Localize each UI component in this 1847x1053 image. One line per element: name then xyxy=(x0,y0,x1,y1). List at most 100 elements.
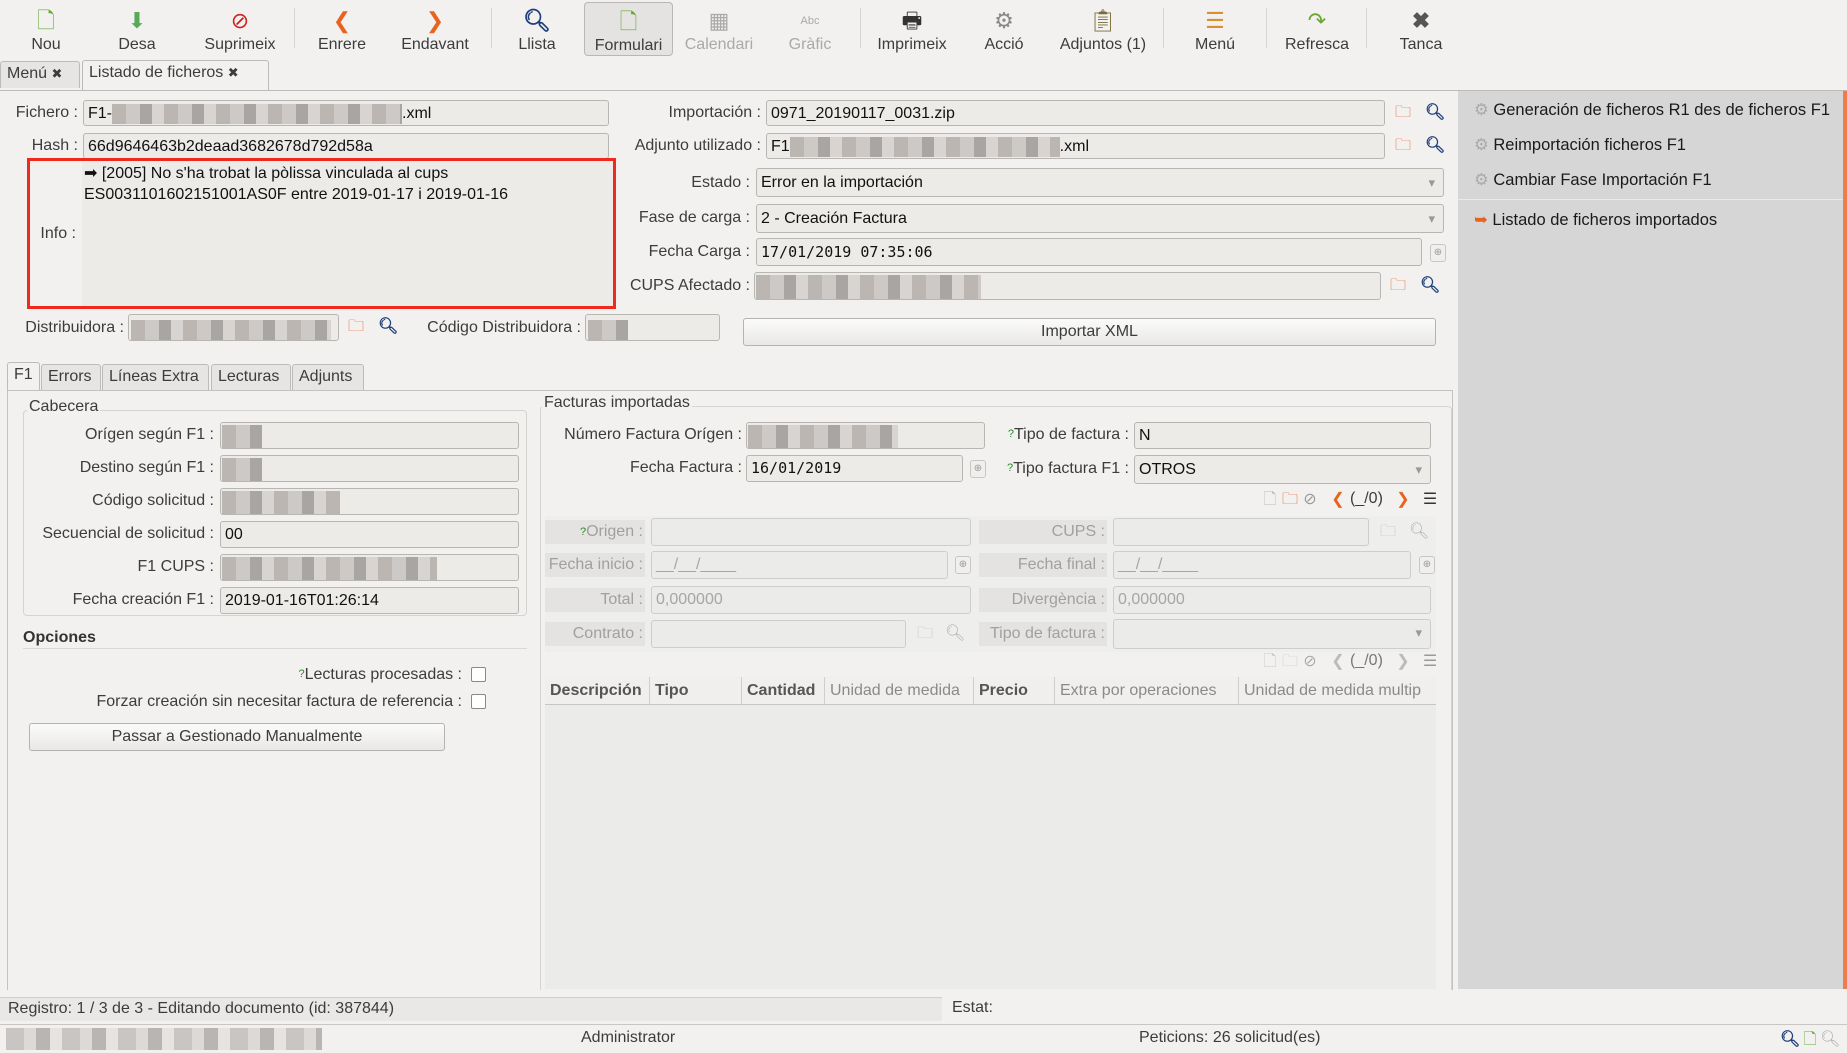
tab-errors[interactable]: Errors xyxy=(41,364,101,390)
column-header[interactable]: Tipo xyxy=(650,677,742,704)
previous-button[interactable]: ❮ Enrere xyxy=(308,0,376,56)
next-button[interactable]: ❯ Endavant xyxy=(394,0,476,56)
cups-afectado-field[interactable] xyxy=(754,272,1381,300)
tab-adjunts[interactable]: Adjunts xyxy=(292,364,364,390)
action-item[interactable]: ⚙ Generación de ficheros R1 des de fiche… xyxy=(1474,100,1830,120)
next-record-icon[interactable]: ❯ xyxy=(1393,652,1413,672)
fecha-factura-field[interactable]: 16/01/2019 xyxy=(746,455,963,482)
search-icon[interactable]: 🔍︎ xyxy=(1409,522,1429,542)
open-folder-icon[interactable]: 🗀 xyxy=(1388,276,1408,296)
lecturas-procesadas-checkbox[interactable] xyxy=(471,667,486,682)
list-button[interactable]: 🔍︎ Llista xyxy=(505,0,569,56)
secuencial-field[interactable]: 00 xyxy=(220,521,519,548)
fase-select[interactable]: 2 - Creación Factura xyxy=(756,204,1444,233)
calendar-picker-button[interactable]: ⊕ xyxy=(955,556,971,574)
close-button[interactable]: ✖ Tanca xyxy=(1391,0,1451,56)
search-icon[interactable]: 🔍︎ xyxy=(1420,276,1440,296)
origen-field[interactable] xyxy=(651,518,971,546)
open-folder-icon[interactable]: 🗀 xyxy=(1378,522,1398,542)
contrato-field[interactable] xyxy=(651,620,906,648)
tipo-factura-f1-select[interactable]: OTROS xyxy=(1134,455,1431,484)
fecha-final-field[interactable]: __/__/____ xyxy=(1113,551,1411,579)
graph-button[interactable]: Abc Gràfic xyxy=(780,0,840,56)
column-header[interactable]: Unidad de medida multip xyxy=(1239,677,1436,704)
menu-button[interactable]: ☰ Menú xyxy=(1185,0,1245,56)
next-record-icon[interactable]: ❯ xyxy=(1393,490,1413,510)
numero-factura-field[interactable] xyxy=(746,422,985,449)
tab-listado-de-ficheros[interactable]: Listado de ficheros ✖ xyxy=(82,60,269,91)
tab-lecturas[interactable]: Lecturas xyxy=(211,364,291,390)
close-tab-icon[interactable]: ✖ xyxy=(228,65,239,80)
attachments-button[interactable]: 📋︎ Adjuntos (1) xyxy=(1050,0,1156,56)
refresh-button[interactable]: ↷ Refresca xyxy=(1277,0,1357,56)
open-folder-icon[interactable]: 🗀 xyxy=(1393,136,1413,156)
calendar-picker-button[interactable]: ⊕ xyxy=(970,460,986,478)
zoom-icon[interactable]: 🔍︎ xyxy=(1820,1030,1840,1050)
new-record-icon[interactable]: 🗋 xyxy=(1260,652,1280,672)
estado-select[interactable]: Error en la importación xyxy=(756,168,1444,197)
tab-lineas-extra[interactable]: Líneas Extra xyxy=(102,364,209,390)
column-header[interactable]: Precio xyxy=(974,677,1055,704)
open-folder-icon[interactable]: 🗀 xyxy=(1393,103,1413,123)
f1-cups-field[interactable] xyxy=(220,554,519,581)
search-icon[interactable]: 🔍︎ xyxy=(378,317,398,337)
delete-button[interactable]: ⊘ Suprimeix xyxy=(199,0,281,56)
fecha-inicio-field[interactable]: __/__/____ xyxy=(651,551,948,579)
open-folder-icon[interactable]: 🗀 xyxy=(1280,652,1300,672)
new-record-icon[interactable]: 🗋 xyxy=(1260,490,1280,510)
print-button[interactable]: 🖶 Imprimeix xyxy=(870,0,954,56)
divergencia-field[interactable]: 0,000000 xyxy=(1113,586,1431,614)
origen-field[interactable] xyxy=(220,422,519,449)
search-icon[interactable]: 🔍︎ xyxy=(1425,103,1445,123)
list-menu-icon[interactable]: ☰ xyxy=(1420,490,1440,510)
importar-xml-button[interactable]: Importar XML xyxy=(743,318,1436,346)
fecha-creacion-field[interactable]: 2019-01-16T01:26:14 xyxy=(220,587,519,614)
open-folder-icon[interactable]: 🗀 xyxy=(915,624,935,644)
column-header[interactable]: Extra por operaciones xyxy=(1055,677,1239,704)
open-folder-icon[interactable]: 🗀 xyxy=(346,317,366,337)
close-tab-icon[interactable]: ✖ xyxy=(51,66,62,81)
column-header[interactable]: Descripción xyxy=(545,677,650,704)
codigo-solicitud-field[interactable] xyxy=(220,488,519,515)
previous-record-icon[interactable]: ❮ xyxy=(1328,652,1348,672)
importacion-field[interactable]: 0971_20190117_0031.zip xyxy=(766,100,1385,126)
search-icon[interactable]: 🔍︎ xyxy=(1780,1030,1800,1050)
destino-field[interactable] xyxy=(220,455,519,482)
new-button[interactable]: 🗋 Nou xyxy=(16,0,76,56)
fichero-field[interactable]: F1- .xml xyxy=(83,100,609,126)
action-item[interactable]: ⚙ Reimportación ficheros F1 xyxy=(1474,135,1686,155)
cups-field[interactable] xyxy=(1113,518,1369,546)
list-menu-icon[interactable]: ☰ xyxy=(1420,652,1440,672)
search-icon[interactable]: 🔍︎ xyxy=(1425,136,1445,156)
distribuidora-field[interactable] xyxy=(128,314,339,341)
info-textarea[interactable]: ➡ [2005] No s'ha trobat la pòlissa vincu… xyxy=(82,161,613,306)
column-header[interactable]: Cantidad xyxy=(742,677,825,704)
column-header[interactable]: Unidad de medida xyxy=(825,677,974,704)
attachment-icon: 📋︎ xyxy=(1089,8,1117,33)
new-document-icon[interactable]: 🗋 xyxy=(1800,1030,1820,1050)
open-folder-icon[interactable]: 🗀 xyxy=(1280,490,1300,510)
action-button[interactable]: ⚙ Acció xyxy=(976,0,1032,56)
delete-icon[interactable]: ⊘ xyxy=(1300,490,1320,510)
tipo-factura-field[interactable]: N xyxy=(1134,422,1431,449)
codigo-distribuidora-field[interactable] xyxy=(585,314,720,341)
delete-icon[interactable]: ⊘ xyxy=(1300,652,1320,672)
save-button[interactable]: ⬇ Desa xyxy=(107,0,167,56)
total-field[interactable]: 0,000000 xyxy=(651,586,971,614)
relate-item[interactable]: ➥ Listado de ficheros importados xyxy=(1474,210,1717,230)
adjunto-field[interactable]: F1 .xml xyxy=(766,133,1385,159)
tab-menu[interactable]: Menú ✖ xyxy=(0,61,80,88)
tab-f1[interactable]: F1 xyxy=(7,362,40,391)
fecha-carga-field[interactable]: 17/01/2019 07:35:06 xyxy=(756,238,1422,266)
passar-gestionado-button[interactable]: Passar a Gestionado Manualmente xyxy=(29,723,445,751)
previous-record-icon[interactable]: ❮ xyxy=(1328,490,1348,510)
tipo-factura-select[interactable] xyxy=(1113,619,1431,649)
hash-field[interactable]: 66d9646463b2deaad3682678d792d58a xyxy=(83,133,609,159)
calendar-picker-button[interactable]: ⊕ xyxy=(1430,244,1446,262)
search-icon[interactable]: 🔍︎ xyxy=(945,624,965,644)
forzar-creacion-checkbox[interactable] xyxy=(471,694,486,709)
form-button[interactable]: 🗋 Formulari xyxy=(584,2,673,56)
action-item[interactable]: ⚙ Cambiar Fase Importación F1 xyxy=(1474,170,1712,190)
calendar-picker-button[interactable]: ⊕ xyxy=(1419,556,1435,574)
calendar-button[interactable]: ▦ Calendari xyxy=(680,0,758,56)
